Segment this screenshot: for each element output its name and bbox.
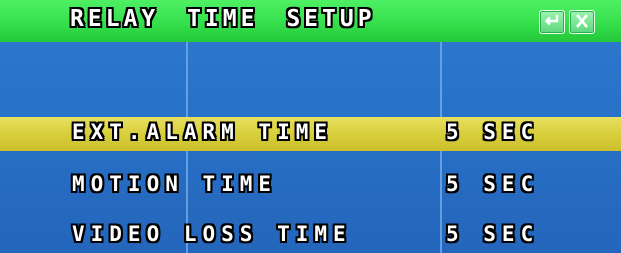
row-value[interactable]: 5 SEC <box>446 120 539 144</box>
row-label: EXT.ALARM TIME <box>72 120 334 144</box>
menu-title: RELAY TIME SETUP <box>70 6 376 32</box>
row-value[interactable]: 5 SEC <box>446 222 539 246</box>
exit-x-icon <box>576 14 588 28</box>
exit-button[interactable] <box>569 10 595 34</box>
row-value[interactable]: 5 SEC <box>446 172 539 196</box>
row-label: VIDEO LOSS TIME <box>72 222 352 246</box>
enter-return-icon <box>544 15 559 26</box>
menu-row-motion-time[interactable]: MOTION TIME 5 SEC <box>0 169 621 203</box>
enter-button[interactable] <box>539 10 565 34</box>
menu-row-video-loss-time[interactable]: VIDEO LOSS TIME 5 SEC <box>0 219 621 253</box>
row-label: MOTION TIME <box>72 172 278 196</box>
title-bar: RELAY TIME SETUP <box>0 0 621 42</box>
menu-row-ext-alarm-time[interactable]: EXT.ALARM TIME 5 SEC <box>0 117 621 151</box>
osd-screen: RELAY TIME SETUP EXT.ALARM TIME 5 SEC MO… <box>0 0 621 253</box>
